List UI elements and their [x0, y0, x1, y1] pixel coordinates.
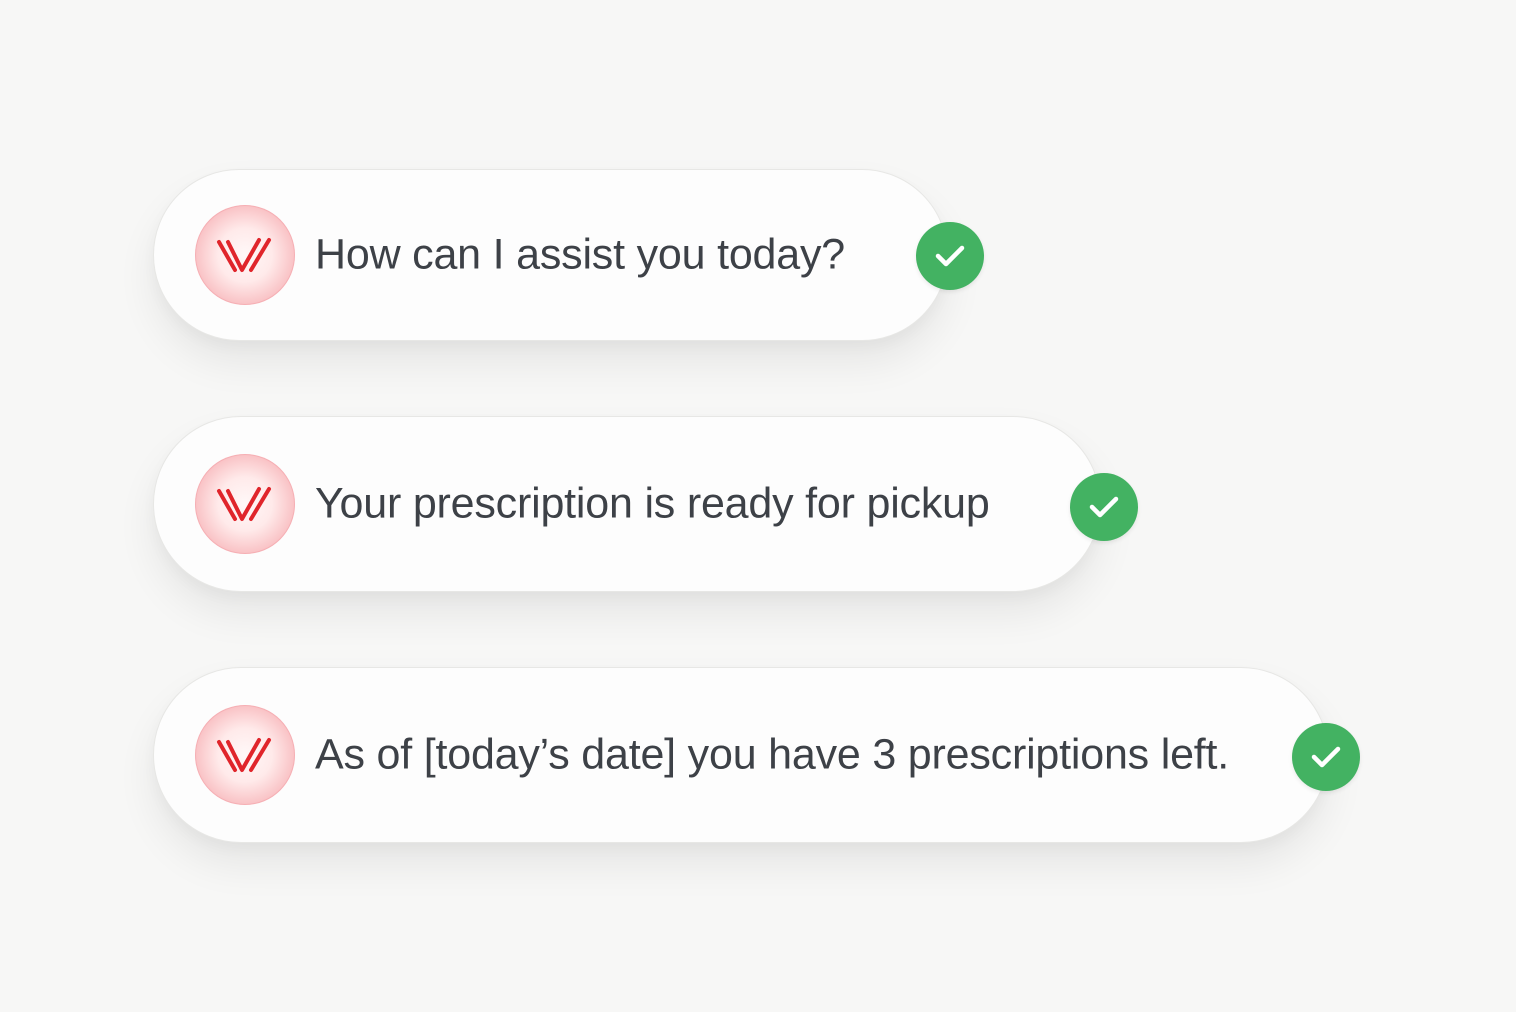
message-text: Your prescription is ready for pickup — [315, 479, 990, 528]
checkmark-circle-icon — [1070, 473, 1138, 541]
brand-logo-avatar — [195, 205, 295, 305]
brand-logo-icon — [217, 487, 271, 521]
chat-message-bubble: As of [today’s date] you have 3 prescrip… — [153, 667, 1329, 843]
checkmark-circle-icon — [916, 222, 984, 290]
message-text: As of [today’s date] you have 3 prescrip… — [315, 730, 1230, 779]
chat-message-bubble: Your prescription is ready for pickup — [153, 416, 1101, 592]
brand-logo-avatar — [195, 454, 295, 554]
checkmark-circle-icon — [1292, 723, 1360, 791]
brand-logo-icon — [217, 238, 271, 272]
chat-message-bubble: How can I assist you today? — [153, 169, 948, 341]
brand-logo-avatar — [195, 705, 295, 805]
brand-logo-icon — [217, 738, 271, 772]
message-text: How can I assist you today? — [315, 230, 845, 279]
